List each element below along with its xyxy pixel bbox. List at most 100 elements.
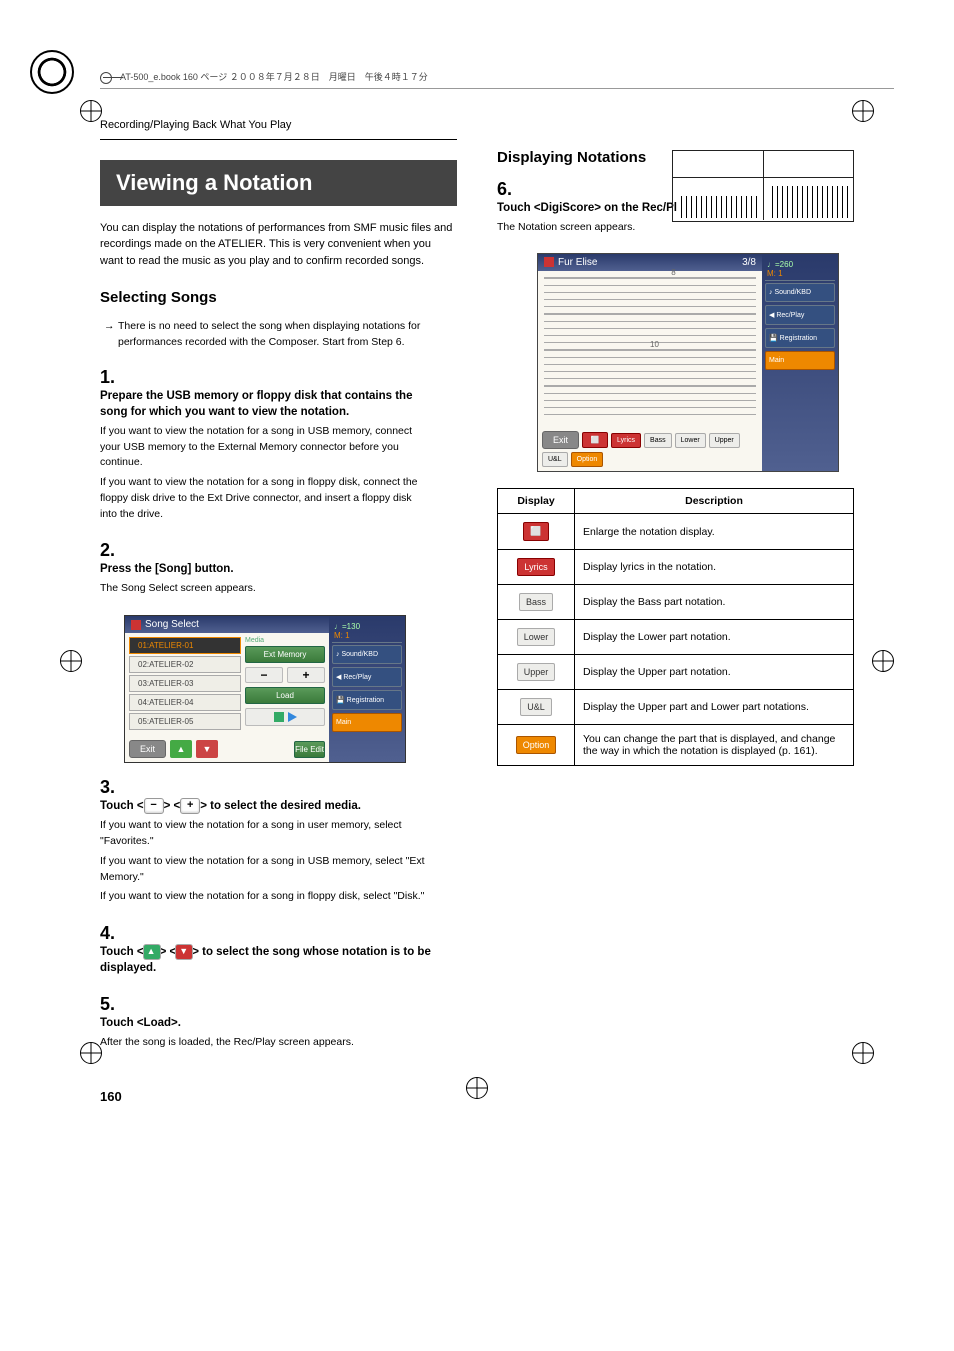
step-1-title: Prepare the USB memory or floppy disk th… (100, 388, 431, 420)
row-5-desc: Display the Upper part and Lower part no… (575, 690, 854, 725)
step-3-title: Touch <−> <+> to select the desired medi… (100, 798, 431, 814)
reg-ball-tl (30, 50, 74, 94)
notation-side-reg[interactable]: 💾 Registration (765, 328, 835, 348)
ss-media-label: Media (245, 637, 325, 644)
ul-icon: U&L (520, 698, 552, 716)
ss-media-select[interactable]: Ext Memory (245, 646, 325, 663)
step-5: 5. Touch <Load>. After the song is loade… (100, 994, 457, 1055)
row-1-desc: Display lyrics in the notation. (575, 550, 854, 585)
play-icon[interactable] (288, 712, 297, 722)
step-1-p1: If you want to view the notation for a s… (100, 424, 431, 471)
ss-item-2[interactable]: 02:ATELIER-02 (129, 656, 241, 673)
ss-load[interactable]: Load (245, 687, 325, 704)
enlarge-btn[interactable]: ⬜ (582, 432, 608, 448)
table-row: Option You can change the part that is d… (498, 725, 854, 766)
step-6-num: 6. (497, 179, 519, 200)
upper-btn[interactable]: Upper (709, 433, 740, 448)
step-3-num: 3. (100, 777, 122, 798)
note-skip-step6: There is no need to select the song when… (100, 319, 457, 351)
ul-btn[interactable]: U&L (542, 452, 568, 467)
ss-side-reg[interactable]: 💾 Registration (332, 690, 402, 710)
notation-side-rec[interactable]: ◀ Rec/Play (765, 305, 835, 325)
step-5-num: 5. (100, 994, 122, 1015)
ss-side-rec[interactable]: ◀ Rec/Play (332, 667, 402, 687)
row-2-desc: Display the Bass part notation. (575, 585, 854, 620)
lyrics-btn[interactable]: Lyrics (611, 433, 641, 448)
notation-tempo: ♩=260M: 1 (765, 258, 835, 281)
step-3-p2: If you want to view the notation for a s… (100, 854, 431, 886)
reg-mark-mr (872, 650, 894, 672)
step-4: 4. Touch <> <> to select the song whose … (100, 923, 457, 980)
header-note: AT-500_e.book 160 ページ ２００８年７月２８日 月曜日 午後４… (100, 70, 894, 89)
step-2: 2. Press the [Song] button. The Song Sel… (100, 540, 457, 601)
step-2-p1: The Song Select screen appears. (100, 581, 431, 597)
ss-side-sound[interactable]: ♪ Sound/KBD (332, 645, 402, 664)
ss-exit[interactable]: Exit (129, 740, 166, 758)
step-1-p2: If you want to view the notation for a s… (100, 475, 431, 522)
th-desc: Description (575, 489, 854, 514)
stop-icon[interactable] (274, 712, 284, 722)
bass-btn[interactable]: Bass (644, 433, 672, 448)
ss-item-4[interactable]: 04:ATELIER-04 (129, 694, 241, 711)
step-3: 3. Touch <−> <+> to select the desired m… (100, 777, 457, 909)
lower-btn[interactable]: Lower (675, 433, 706, 448)
ss-plus[interactable]: + (287, 667, 325, 683)
step-2-title: Press the [Song] button. (100, 561, 431, 577)
selecting-songs-heading: Selecting Songs (100, 289, 457, 306)
row-3-desc: Display the Lower part notation. (575, 620, 854, 655)
ss-side-main[interactable]: Main (332, 713, 402, 732)
table-row: U&L Display the Upper part and Lower par… (498, 690, 854, 725)
upper-icon: Upper (517, 663, 556, 681)
ss-titlebar: Song Select (125, 616, 329, 633)
step-6-p1: The Notation screen appears. (497, 220, 828, 236)
ss-item-5[interactable]: 05:ATELIER-05 (129, 713, 241, 730)
step-2-num: 2. (100, 540, 122, 561)
enlarge-icon: ⬜ (523, 522, 548, 541)
intro-text: You can display the notations of perform… (100, 220, 457, 270)
step-5-p1: After the song is loaded, the Rec/Play s… (100, 1035, 431, 1051)
row-4-desc: Display the Upper part notation. (575, 655, 854, 690)
ss-file-edit[interactable]: File Edit (294, 741, 325, 758)
description-table: Display Description ⬜ Enlarge the notati… (497, 488, 854, 766)
up-arrow-icon (144, 945, 160, 959)
ss-up[interactable]: ▲ (170, 740, 192, 758)
ss-minus[interactable]: − (245, 667, 283, 683)
notation-side-main[interactable]: Main (765, 351, 835, 370)
step-1-num: 1. (100, 367, 122, 388)
notation-score: 8 10 (538, 271, 762, 427)
lower-icon: Lower (517, 628, 556, 646)
table-row: Upper Display the Upper part notation. (498, 655, 854, 690)
notation-exit[interactable]: Exit (542, 431, 579, 449)
page-title: Viewing a Notation (100, 160, 457, 206)
option-btn[interactable]: Option (571, 452, 604, 467)
table-row: ⬜ Enlarge the notation display. (498, 514, 854, 550)
lyrics-icon: Lyrics (517, 558, 554, 576)
ss-down[interactable]: ▼ (196, 740, 218, 758)
table-row: Lyrics Display lyrics in the notation. (498, 550, 854, 585)
reg-mark-ml (60, 650, 82, 672)
section-rule (100, 139, 457, 140)
notation-side-sound[interactable]: ♪ Sound/KBD (765, 283, 835, 302)
reg-mark-br (852, 1042, 874, 1064)
breadcrumb: Recording/Playing Back What You Play (100, 119, 457, 131)
step-1: 1. Prepare the USB memory or floppy disk… (100, 367, 457, 527)
step-4-num: 4. (100, 923, 122, 944)
reg-mark-tr (852, 100, 874, 122)
keyboard-diagram (672, 150, 854, 222)
row-6-desc: You can change the part that is displaye… (575, 725, 854, 766)
down-arrow-icon (176, 945, 192, 959)
note-icon (131, 620, 141, 630)
table-row: Lower Display the Lower part notation. (498, 620, 854, 655)
ss-item-3[interactable]: 03:ATELIER-03 (129, 675, 241, 692)
plus-icon: + (180, 798, 200, 814)
ss-item-1[interactable]: 01:ATELIER-01 (129, 637, 241, 654)
option-icon: Option (516, 736, 557, 754)
dot-rule (100, 308, 457, 309)
ss-tempo: ♩=130M: 1 (332, 620, 402, 643)
song-select-screenshot: Song Select 01:ATELIER-01 02:ATELIER-02 … (124, 615, 457, 763)
reg-mark-tl (80, 100, 102, 122)
notation-screenshot: Fur Elise 3/8 8 10 Exit (537, 253, 854, 472)
reg-mark-bl (80, 1042, 102, 1064)
notation-titlebar: Fur Elise 3/8 (538, 254, 762, 271)
row-0-desc: Enlarge the notation display. (575, 514, 854, 550)
